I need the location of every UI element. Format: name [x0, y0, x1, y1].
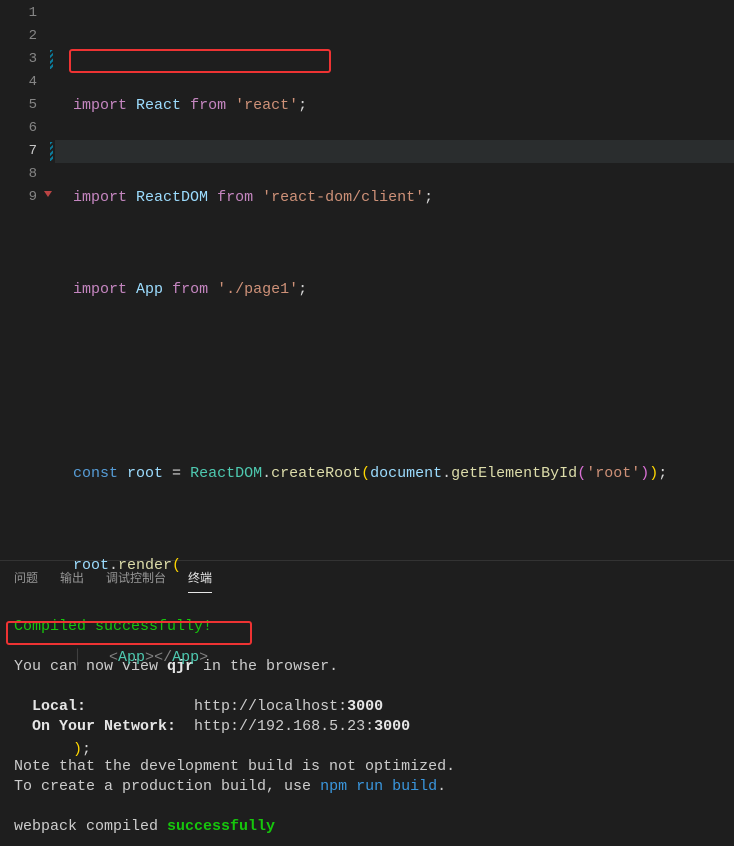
line-number: 8 [0, 163, 55, 186]
line-number: 2 [0, 25, 55, 48]
line-number: 9 [0, 186, 55, 209]
fold-arrow-icon[interactable] [44, 191, 52, 197]
line-number: 6 [0, 117, 55, 140]
line-number: 1 [0, 2, 55, 25]
code-line: import ReactDOM from 'react-dom/client'; [55, 186, 734, 209]
code-line [55, 370, 734, 393]
line-number: 4 [0, 71, 55, 94]
code-content[interactable]: import React from 'react'; import ReactD… [55, 0, 734, 560]
code-line: import React from 'react'; [55, 94, 734, 117]
code-editor[interactable]: 1 2 3 4 5 6 7 8 9 import React from 'rea… [0, 0, 734, 560]
code-line [55, 830, 734, 846]
line-number: 3 [0, 48, 55, 71]
code-line: const root = ReactDOM.createRoot(documen… [55, 462, 734, 485]
line-number: 5 [0, 94, 55, 117]
code-line: root.render( [55, 554, 734, 577]
active-line-highlight [55, 140, 734, 163]
diff-marker-icon [50, 50, 53, 69]
code-line: │ <App></App> [55, 646, 734, 669]
line-number-gutter: 1 2 3 4 5 6 7 8 9 [0, 0, 55, 560]
line-number: 7 [0, 140, 55, 163]
diff-marker-icon [50, 142, 53, 161]
tab-problems[interactable]: 问题 [14, 569, 38, 593]
code-line: ); [55, 738, 734, 761]
code-line: import App from './page1'; [55, 278, 734, 301]
